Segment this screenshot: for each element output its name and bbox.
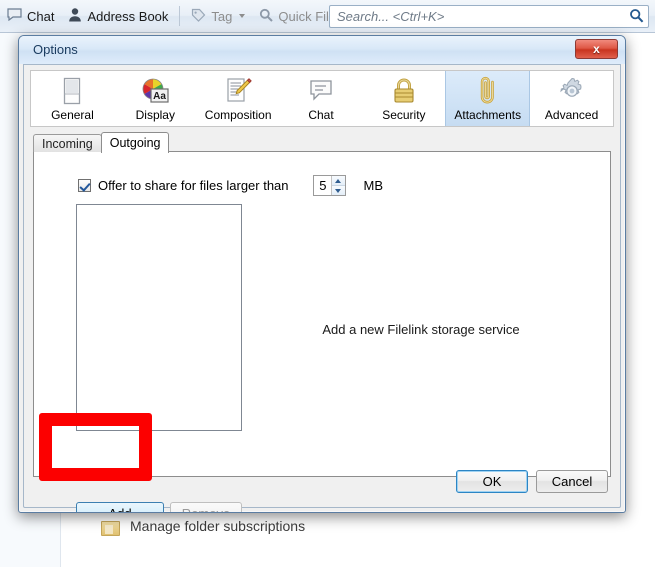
offer-to-share-checkbox[interactable] <box>78 179 91 192</box>
toolbar-item-tag[interactable]: Tag <box>184 3 252 29</box>
pane-button-chat[interactable]: Chat <box>280 71 363 126</box>
toolbar-item-chat-label: Chat <box>27 8 55 24</box>
filelink-service-list[interactable] <box>76 204 242 431</box>
tab-incoming-label: Incoming <box>42 136 93 151</box>
pane-button-composition[interactable]: Composition <box>197 71 280 126</box>
pane-button-chat-label: Chat <box>308 108 334 122</box>
security-padlock-icon <box>391 75 417 107</box>
filelink-hint-text: Add a new Filelink storage service <box>322 322 520 337</box>
ok-button[interactable]: OK <box>456 470 528 493</box>
stepper-buttons <box>330 176 345 195</box>
tabstrip: Incoming Outgoing <box>33 132 170 153</box>
pane-button-advanced[interactable]: Advanced <box>530 71 613 126</box>
remove-button: Remove <box>170 502 242 512</box>
toolbar-item-chat[interactable]: Chat <box>0 3 61 29</box>
svg-text:Aa: Aa <box>153 91 166 102</box>
search-placeholder: Search... <Ctrl+K> <box>337 9 445 24</box>
chat-bubble-icon <box>308 75 334 107</box>
pane-button-display-label: Display <box>135 108 175 122</box>
dialog-body: General Aa Display Composition Chat Secu… <box>23 64 621 512</box>
toolbar-separator <box>179 6 181 26</box>
search-icon[interactable] <box>629 8 644 26</box>
tab-incoming[interactable]: Incoming <box>33 134 102 152</box>
chevron-down-icon <box>239 14 246 18</box>
file-size-unit-label: MB <box>363 178 384 193</box>
stepper-down-button[interactable] <box>331 186 345 195</box>
chevron-up-icon <box>335 178 342 183</box>
options-pane-toolbar: General Aa Display Composition Chat Secu… <box>30 70 614 127</box>
toolbar-item-address-book-label: Address Book <box>87 8 169 24</box>
outgoing-tab-panel: Offer to share for files larger than 5 M… <box>33 151 611 477</box>
dialog-title: Options <box>33 42 78 57</box>
remove-button-label: Remove <box>182 506 230 512</box>
offer-to-share-row: Offer to share for files larger than 5 M… <box>78 175 383 196</box>
magnifier-icon <box>259 8 274 25</box>
pane-button-attachments[interactable]: Attachments <box>445 71 531 126</box>
pane-button-attachments-label: Attachments <box>454 108 522 122</box>
pane-button-general-label: General <box>51 108 94 122</box>
list-item-label: Manage folder subscriptions <box>130 518 306 534</box>
toolbar-item-tag-label: Tag <box>211 8 233 24</box>
options-dialog: Options x General Aa Display Composition… <box>18 35 626 513</box>
dialog-titlebar[interactable]: Options x <box>19 36 625 64</box>
pane-button-display[interactable]: Aa Display <box>114 71 197 126</box>
pane-button-security-label: Security <box>382 108 426 122</box>
pane-button-advanced-label: Advanced <box>544 108 599 122</box>
close-icon[interactable]: x <box>575 39 618 59</box>
add-button[interactable]: Add <box>76 502 164 512</box>
toolbar-item-address-book[interactable]: Address Book <box>61 3 175 29</box>
chat-bubble-icon <box>7 8 22 24</box>
advanced-gear-icon <box>558 75 586 107</box>
tag-icon <box>191 8 206 25</box>
add-button-label: Add <box>108 506 131 512</box>
cancel-button[interactable]: Cancel <box>536 470 608 493</box>
background-folder-list: Manage folder subscriptions <box>60 510 655 567</box>
tab-outgoing-label: Outgoing <box>109 136 161 150</box>
chevron-down-icon <box>335 188 342 193</box>
ok-button-label: OK <box>482 474 502 489</box>
composition-pencil-icon <box>224 75 252 107</box>
tab-outgoing[interactable]: Outgoing <box>100 132 170 153</box>
folder-icon <box>101 519 120 536</box>
pane-button-general[interactable]: General <box>31 71 114 126</box>
file-size-value[interactable]: 5 <box>314 178 331 193</box>
search-input[interactable]: Search... <Ctrl+K> <box>329 5 649 28</box>
cancel-button-label: Cancel <box>551 474 593 489</box>
pane-button-security[interactable]: Security <box>362 71 445 126</box>
stepper-up-button[interactable] <box>331 176 345 186</box>
attachments-paperclip-icon <box>476 75 500 107</box>
pane-button-composition-label: Composition <box>204 108 272 122</box>
file-size-stepper[interactable]: 5 <box>312 175 346 196</box>
general-window-icon <box>61 75 83 107</box>
list-item[interactable]: Manage folder subscriptions <box>101 518 306 536</box>
display-colorwheel-icon: Aa <box>140 75 170 107</box>
address-book-icon <box>68 7 82 25</box>
offer-to-share-label: Offer to share for files larger than <box>98 178 289 193</box>
